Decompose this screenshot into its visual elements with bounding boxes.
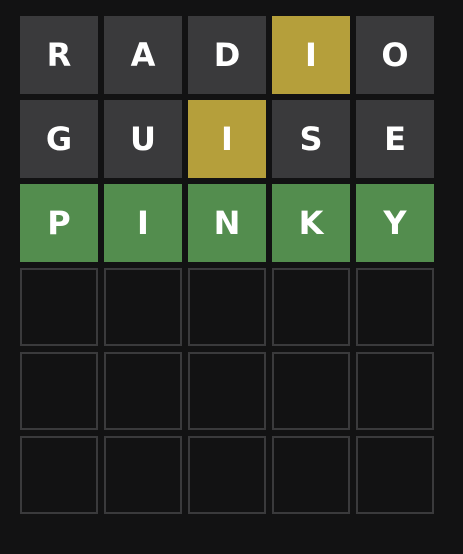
board-tile-empty	[104, 268, 182, 346]
board-tile-empty	[20, 352, 98, 430]
board-tile: I	[272, 16, 350, 94]
board-tile-empty	[104, 436, 182, 514]
board-tile: A	[104, 16, 182, 94]
board-tile: E	[356, 100, 434, 178]
board-tile: I	[104, 184, 182, 262]
board-tile: K	[272, 184, 350, 262]
board-tile: S	[272, 100, 350, 178]
board-tile-empty	[20, 436, 98, 514]
board-tile: R	[20, 16, 98, 94]
board-tile-empty	[188, 268, 266, 346]
board-tile: I	[188, 100, 266, 178]
board-tile: O	[356, 16, 434, 94]
board-tile-empty	[356, 352, 434, 430]
board-tile: G	[20, 100, 98, 178]
board-tile: P	[20, 184, 98, 262]
board-tile-empty	[20, 268, 98, 346]
board-tile-empty	[356, 436, 434, 514]
board-tile: Y	[356, 184, 434, 262]
board-tile: N	[188, 184, 266, 262]
board-tile: D	[188, 16, 266, 94]
board-tile-empty	[188, 436, 266, 514]
board-tile-empty	[104, 352, 182, 430]
board-tile-empty	[356, 268, 434, 346]
board-tile-empty	[272, 352, 350, 430]
board-tile-empty	[272, 436, 350, 514]
game-board: R A D I O G U I S E P I N K Y	[20, 16, 434, 514]
board-tile-empty	[272, 268, 350, 346]
board-tile: U	[104, 100, 182, 178]
board-tile-empty	[188, 352, 266, 430]
